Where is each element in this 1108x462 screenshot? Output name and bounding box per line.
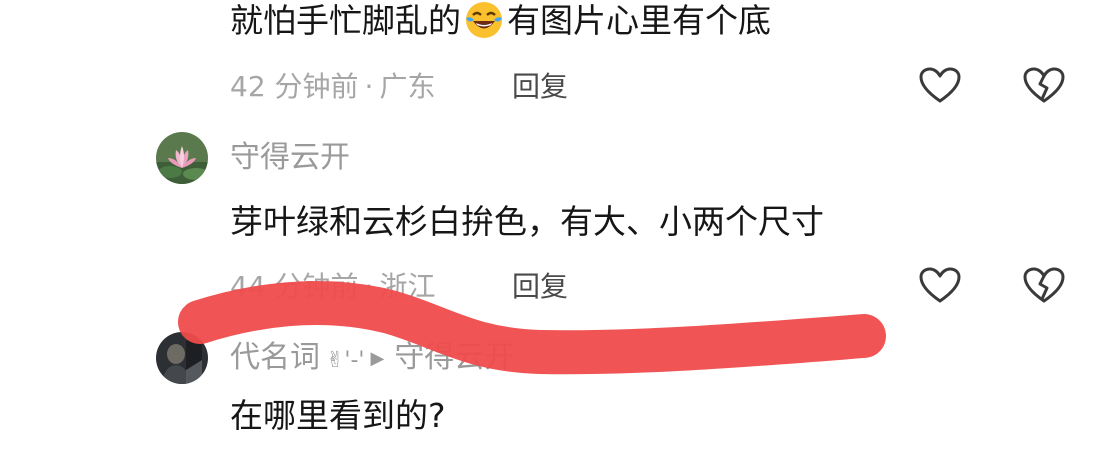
comment-location: 浙江 [379,270,436,303]
reply-button[interactable]: 回复 [512,270,568,304]
comment-text-part: 就怕手忙脚乱的 [230,1,461,40]
comment-list: 就怕手忙脚乱的 有图片心里有个底 42 分钟前 · 广东 回复 守得云开 芽叶绿… [0,0,1108,462]
meta-separator: · [364,70,374,103]
broken-heart-icon[interactable] [1022,66,1066,106]
comment-meta: 44 分钟前 · 浙江 [230,270,435,304]
reply-author[interactable]: 代名词 [230,340,320,375]
comment-item: 代名词 ✌'-' ▶ 守得云开 在哪里看到的? [0,330,1108,462]
heart-outline-icon[interactable] [918,66,962,106]
comment-text: 芽叶绿和云杉白拚色，有大、小两个尺寸 [230,202,824,241]
comment-item: 守得云开 芽叶绿和云杉白拚色，有大、小两个尺寸 44 分钟前 · 浙江 回复 [0,130,1108,310]
play-arrow-icon: ▶ [370,347,385,369]
username-decoration: ✌'-' [326,348,365,373]
comment-time: 42 分钟前 [230,70,359,103]
comment-item: 就怕手忙脚乱的 有图片心里有个底 42 分钟前 · 广东 回复 [0,0,1108,120]
comment-meta: 42 分钟前 · 广东 [230,70,435,104]
reply-button[interactable]: 回复 [512,70,568,104]
comment-username: 代名词 ✌'-' ▶ 守得云开 [230,340,514,379]
comment-text: 就怕手忙脚乱的 有图片心里有个底 [230,0,771,41]
avatar[interactable] [156,132,208,184]
meta-separator: · [364,270,374,303]
reply-target-username[interactable]: 守得云开 [394,340,514,375]
comment-time: 44 分钟前 [230,270,359,303]
comment-username[interactable]: 守得云开 [230,140,350,176]
comment-text-part: 有图片心里有个底 [507,1,771,40]
avatar[interactable] [156,332,208,384]
laughing-with-tears-emoji [464,0,504,40]
broken-heart-icon[interactable] [1022,266,1066,306]
comment-location: 广东 [379,70,436,103]
comment-text: 在哪里看到的? [230,396,446,435]
heart-outline-icon[interactable] [918,266,962,306]
